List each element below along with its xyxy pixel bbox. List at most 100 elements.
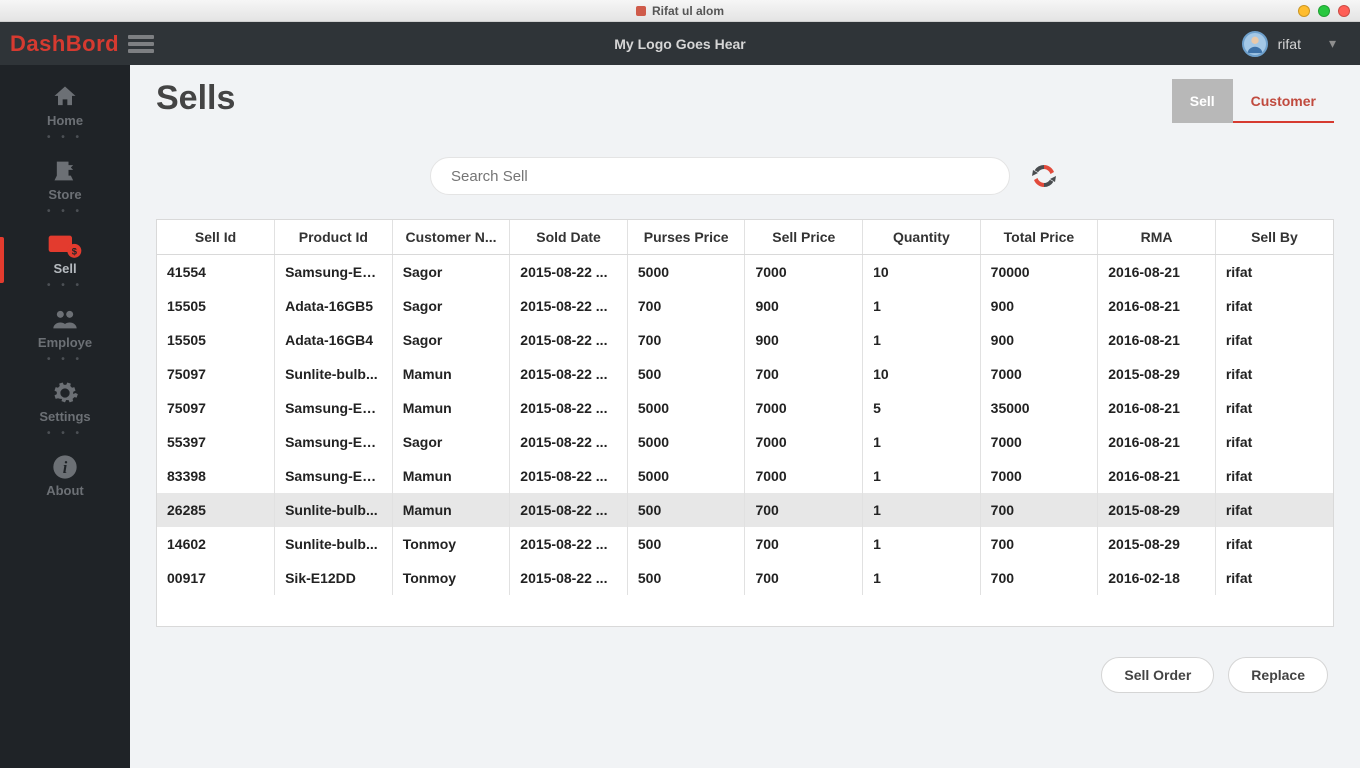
cell-product_id: Sunlite-bulb... [275,357,393,391]
avatar [1242,31,1268,57]
table-row[interactable]: 14602Sunlite-bulb...Tonmoy2015-08-22 ...… [157,527,1333,561]
cell-by: rifat [1215,289,1333,323]
cell-product_id: Adata-16GB5 [275,289,393,323]
cell-customer: Sagor [392,425,510,459]
cell-sell_id: 15505 [157,323,275,357]
svg-text:$: $ [72,246,78,256]
sell-icon: $ [0,231,130,259]
table-row[interactable]: 41554Samsung-E250Sagor2015-08-22 ...5000… [157,255,1333,290]
window-controls [1298,5,1350,17]
col-header[interactable]: Quantity [863,220,981,255]
col-header[interactable]: Sell Id [157,220,275,255]
table-row[interactable]: 15505Adata-16GB4Sagor2015-08-22 ...70090… [157,323,1333,357]
cell-purses: 500 [627,561,745,595]
refresh-icon[interactable] [1028,160,1060,192]
cell-sold_date: 2015-08-22 ... [510,255,628,290]
cell-total: 900 [980,323,1098,357]
cell-rma: 2016-08-21 [1098,391,1216,425]
cell-total: 7000 [980,425,1098,459]
brand-logo: DashBord [10,31,119,57]
col-header[interactable]: Sell By [1215,220,1333,255]
sidebar-item-label: Settings [0,409,130,424]
minimize-button[interactable] [1298,5,1310,17]
sidebar-item-sell[interactable]: $ Sell • • • [0,223,130,297]
table-row[interactable]: 00917Sik-E12DDTonmoy2015-08-22 ...500700… [157,561,1333,595]
cell-rma: 2016-08-21 [1098,459,1216,493]
cell-qty: 10 [863,255,981,290]
table-row[interactable]: 75097Samsung-E250Mamun2015-08-22 ...5000… [157,391,1333,425]
sidebar-item-settings[interactable]: Settings • • • [0,371,130,445]
cell-sell: 700 [745,357,863,391]
cell-customer: Sagor [392,255,510,290]
maximize-button[interactable] [1318,5,1330,17]
cell-purses: 500 [627,493,745,527]
username: rifat [1278,36,1301,52]
sidebar-item-store[interactable]: Store • • • [0,149,130,223]
chevron-down-icon: ▾ [1329,35,1336,52]
cell-total: 70000 [980,255,1098,290]
cell-qty: 1 [863,527,981,561]
cell-sell: 7000 [745,425,863,459]
close-button[interactable] [1338,5,1350,17]
cell-purses: 700 [627,323,745,357]
cell-qty: 1 [863,289,981,323]
sell-order-button[interactable]: Sell Order [1101,657,1214,693]
app-favicon-icon [636,6,646,16]
cell-total: 700 [980,493,1098,527]
cell-sell_id: 41554 [157,255,275,290]
sidebar-item-home[interactable]: Home • • • [0,75,130,149]
info-icon: i [0,453,130,481]
table-row[interactable]: 75097Sunlite-bulb...Mamun2015-08-22 ...5… [157,357,1333,391]
sidebar-item-about[interactable]: i About • • • [0,445,130,519]
cell-product_id: Samsung-E250 [275,425,393,459]
tab-sell[interactable]: Sell [1172,79,1233,123]
replace-button[interactable]: Replace [1228,657,1328,693]
table-row[interactable]: 15505Adata-16GB5Sagor2015-08-22 ...70090… [157,289,1333,323]
cell-sold_date: 2015-08-22 ... [510,527,628,561]
cell-product_id: Samsung-E250 [275,391,393,425]
header-logo-text: My Logo Goes Hear [614,36,745,52]
user-menu[interactable]: rifat ▾ [1242,31,1360,57]
menu-toggle-icon[interactable] [128,33,154,55]
sidebar-item-employe[interactable]: Employe • • • [0,297,130,371]
sidebar-item-label: Store [0,187,130,202]
cell-customer: Mamun [392,357,510,391]
col-header[interactable]: Total Price [980,220,1098,255]
table-row[interactable]: 83398Samsung-E250Mamun2015-08-22 ...5000… [157,459,1333,493]
cell-by: rifat [1215,493,1333,527]
cell-purses: 5000 [627,425,745,459]
cell-sold_date: 2015-08-22 ... [510,425,628,459]
sidebar: Home • • • Store • • • $ Sell • • • Empl… [0,65,130,768]
cell-by: rifat [1215,527,1333,561]
cell-by: rifat [1215,255,1333,290]
tabs: Sell Customer [1172,79,1334,123]
col-header[interactable]: RMA [1098,220,1216,255]
store-icon [0,157,130,185]
cell-total: 700 [980,561,1098,595]
cell-qty: 1 [863,459,981,493]
cell-product_id: Sik-E12DD [275,561,393,595]
col-header[interactable]: Product Id [275,220,393,255]
cell-total: 35000 [980,391,1098,425]
cell-sold_date: 2015-08-22 ... [510,459,628,493]
col-header[interactable]: Purses Price [627,220,745,255]
table-row[interactable]: 26285Sunlite-bulb...Mamun2015-08-22 ...5… [157,493,1333,527]
cell-rma: 2015-08-29 [1098,527,1216,561]
cell-sold_date: 2015-08-22 ... [510,561,628,595]
cell-purses: 500 [627,357,745,391]
col-header[interactable]: Sold Date [510,220,628,255]
cell-customer: Mamun [392,493,510,527]
cell-sell: 900 [745,289,863,323]
home-icon [0,83,130,111]
cell-total: 700 [980,527,1098,561]
cell-total: 7000 [980,357,1098,391]
sidebar-item-label: About [0,483,130,498]
col-header[interactable]: Customer N... [392,220,510,255]
cell-customer: Tonmoy [392,527,510,561]
cell-rma: 2015-08-29 [1098,357,1216,391]
svg-text:i: i [63,458,68,477]
col-header[interactable]: Sell Price [745,220,863,255]
table-row[interactable]: 55397Samsung-E250Sagor2015-08-22 ...5000… [157,425,1333,459]
search-input[interactable] [451,168,989,185]
tab-customer[interactable]: Customer [1233,79,1334,123]
